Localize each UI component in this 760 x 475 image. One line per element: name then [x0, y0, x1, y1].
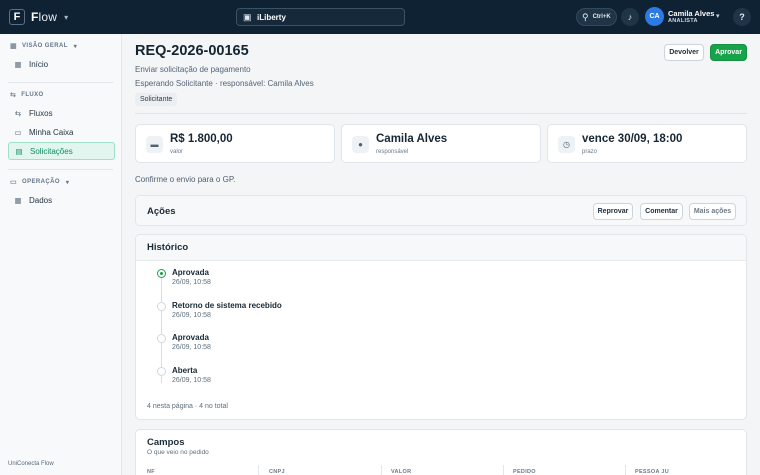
bell-icon: ♪	[627, 12, 633, 22]
divider	[135, 113, 747, 114]
chevron-down-icon[interactable]: ▾	[64, 13, 68, 22]
sidebar-footer: UniConecta Flow	[8, 461, 54, 467]
timeline-event-title: Aprovada	[172, 333, 209, 342]
timeline-event-title: Retorno de sistema recebido	[172, 301, 282, 310]
history-title: Histórico	[147, 242, 189, 253]
comment-button[interactable]: Comentar	[640, 203, 683, 220]
stage-badge: Solicitante	[135, 93, 178, 106]
timeline-event-time: 26/09, 10:58	[172, 344, 211, 351]
money-icon: ▬	[146, 136, 163, 153]
sidebar-item-requests[interactable]: ▤ Solicitações	[8, 142, 115, 160]
timeline-dot	[157, 269, 166, 278]
sidebar-section-overview[interactable]: ▦ VISÃO GERAL ▾	[10, 42, 77, 50]
flow-icon: ⇆	[14, 108, 22, 118]
column-divider	[503, 465, 504, 475]
database-icon: ▦	[14, 195, 22, 205]
clock-icon: ◷	[558, 136, 575, 153]
monitor-icon: ▭	[10, 179, 18, 186]
timeline-event-time: 26/09, 10:58	[172, 312, 211, 319]
timeline-event-title: Aberta	[172, 366, 198, 375]
timeline-dot	[157, 334, 166, 343]
sidebar-section-ops[interactable]: ▭ OPERAÇÃO ▾	[10, 178, 69, 186]
stat-card-owner: ● Camila Alves responsável	[341, 124, 541, 163]
timeline-event-title: Aprovada	[172, 268, 209, 277]
user-name[interactable]: Camila Alves	[668, 9, 714, 18]
building-icon: ▣	[243, 11, 252, 22]
search-shortcut: Ctrl+K	[592, 14, 611, 20]
sidebar-section-flow: ⇆ FLUXO	[10, 92, 44, 99]
history-header: Histórico	[136, 235, 746, 261]
confirm-instruction: Confirme o envio para o GP.	[135, 175, 236, 184]
column-header[interactable]: CNPJ	[269, 469, 285, 475]
top-bar: F Flow ▾ ▣ iLiberty ⚲ Ctrl+K ♪ CA Camila…	[0, 0, 760, 34]
sidebar: ▦ VISÃO GERAL ▾ ▦ Início ⇆ FLUXO ⇆ Fluxo…	[0, 34, 122, 475]
page-title: REQ-2026-00165	[135, 43, 249, 59]
return-button[interactable]: Devolver	[664, 44, 704, 61]
grid-icon: ▦	[10, 43, 18, 50]
avatar[interactable]: CA	[645, 7, 664, 26]
history-card: Histórico Aprovada 26/09, 10:58 Retorno …	[135, 234, 747, 420]
chevron-down-icon: ▾	[73, 43, 78, 50]
flow-icon: ⇆	[10, 92, 17, 99]
column-header[interactable]: PEDIDO	[513, 469, 536, 475]
user-icon: ●	[352, 136, 369, 153]
column-header[interactable]: NF	[147, 469, 155, 475]
actions-card: Ações Reprovar Comentar Mais ações	[135, 195, 747, 226]
stat-label: prazo	[582, 149, 598, 155]
sidebar-item-home[interactable]: ▦ Início	[8, 55, 115, 73]
help-icon: ?	[739, 12, 745, 22]
stat-value: R$ 1.800,00	[170, 133, 233, 145]
dashboard-icon: ▦	[14, 59, 22, 69]
sidebar-item-flows[interactable]: ⇆ Fluxos	[8, 104, 115, 122]
chevron-down-icon: ▾	[65, 179, 70, 186]
reject-button[interactable]: Reprovar	[593, 203, 633, 220]
column-divider	[625, 465, 626, 475]
divider	[8, 82, 113, 83]
column-divider	[381, 465, 382, 475]
stat-value: Camila Alves	[376, 133, 448, 145]
inbox-icon: ▭	[14, 127, 22, 137]
actions-title: Ações	[147, 206, 176, 217]
status-line: Esperando Solicitante · responsável: Cam…	[135, 79, 314, 88]
sidebar-item-data[interactable]: ▦ Dados	[8, 191, 115, 209]
main-content: REQ-2026-00165 Enviar solicitação de pag…	[122, 34, 760, 475]
brand-name: Flow	[31, 10, 58, 24]
notifications-button[interactable]: ♪	[621, 8, 639, 26]
page-subtitle: Enviar solicitação de pagamento	[135, 65, 251, 74]
approve-button[interactable]: Aprovar	[710, 44, 747, 61]
fields-card: Campos O que veio no pedido NF CNPJ VALO…	[135, 429, 747, 475]
stat-card-deadline: ◷ vence 30/09, 18:00 prazo	[547, 124, 747, 163]
column-divider	[258, 465, 259, 475]
brand[interactable]: F Flow ▾	[9, 9, 68, 25]
chevron-down-icon[interactable]: ▾	[716, 12, 720, 20]
timeline-event-time: 26/09, 10:58	[172, 377, 211, 384]
more-actions-button[interactable]: Mais ações	[689, 203, 736, 220]
user-role: ANALISTA	[668, 18, 698, 24]
tenant-selector[interactable]: ▣ iLiberty	[236, 8, 405, 26]
search-icon: ⚲	[582, 11, 589, 22]
search-button[interactable]: ⚲ Ctrl+K	[576, 8, 617, 26]
stat-label: valor	[170, 149, 184, 155]
stat-label: responsável	[376, 149, 409, 155]
timeline-event-time: 26/09, 10:58	[172, 279, 211, 286]
column-header[interactable]: PESSOA JU	[635, 469, 669, 475]
fields-title: Campos	[147, 437, 185, 448]
divider	[8, 169, 113, 170]
sidebar-item-inbox[interactable]: ▭ Minha Caixa	[8, 123, 115, 141]
pagination-summary: 4 nesta página · 4 no total	[147, 403, 228, 410]
column-header[interactable]: VALOR	[391, 469, 411, 475]
stat-value: vence 30/09, 18:00	[582, 133, 683, 145]
tenant-name: iLiberty	[257, 12, 286, 22]
brand-logo: F	[9, 9, 25, 25]
timeline-dot	[157, 367, 166, 376]
stat-card-value: ▬ R$ 1.800,00 valor	[135, 124, 335, 163]
fields-subtitle: O que veio no pedido	[147, 449, 209, 456]
document-icon: ▤	[15, 146, 23, 156]
help-button[interactable]: ?	[733, 8, 751, 26]
timeline-dot	[157, 302, 166, 311]
